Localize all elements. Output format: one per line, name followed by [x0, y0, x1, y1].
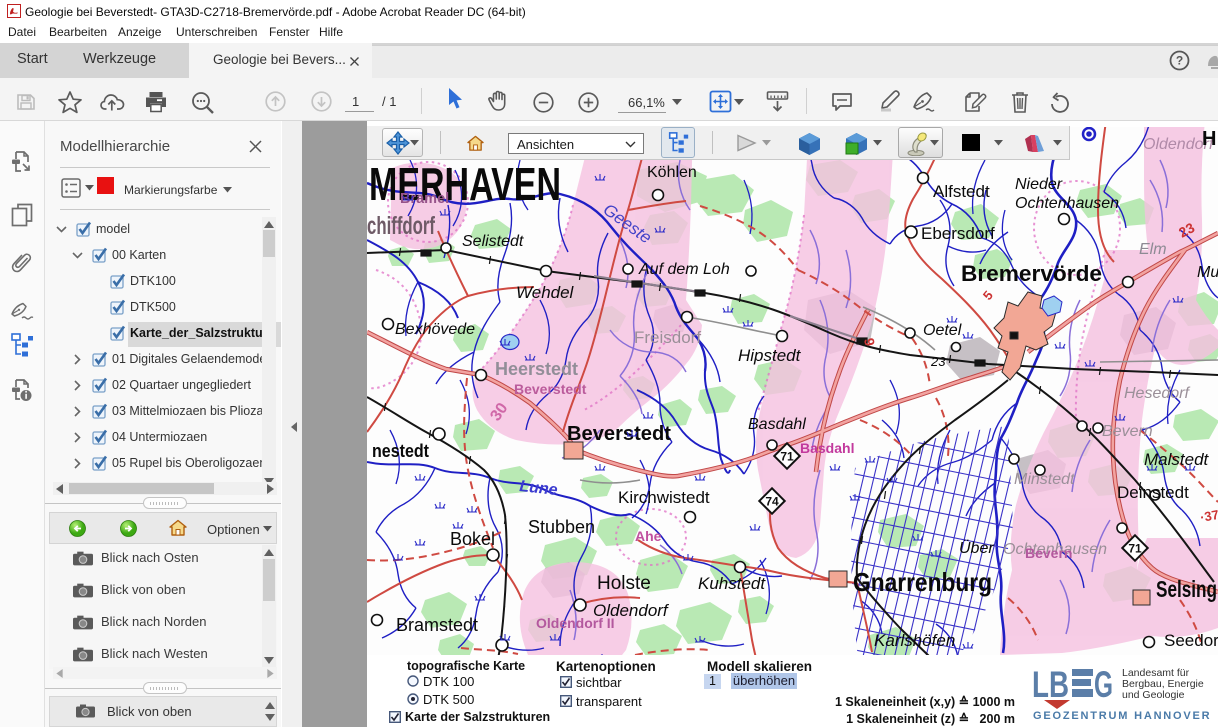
svg-text:74: 74 — [765, 495, 779, 509]
svg-text:Heerstedt: Heerstedt — [495, 359, 578, 379]
svg-text:Alfstedt: Alfstedt — [933, 182, 990, 201]
svg-text:Oldendorf II: Oldendorf II — [536, 615, 615, 631]
svg-text:Mu: Mu — [1197, 264, 1218, 281]
svg-text:Minstedt: Minstedt — [1014, 471, 1075, 488]
svg-text:71: 71 — [1128, 542, 1142, 556]
svg-text:Bokel: Bokel — [450, 529, 495, 549]
svg-text:GEOZENTRUM HANNOVER: GEOZENTRUM HANNOVER — [1033, 710, 1211, 722]
svg-text:H: H — [1202, 128, 1216, 150]
svg-text:Deinstedt: Deinstedt — [1117, 483, 1189, 502]
svg-text:Elm: Elm — [1139, 241, 1167, 258]
svg-text:Über: Über — [959, 539, 994, 557]
svg-text:Ochtenhausen: Ochtenhausen — [1015, 195, 1119, 212]
svg-text:Stubben: Stubben — [528, 517, 595, 537]
svg-text:Beverstedt: Beverstedt — [567, 423, 671, 445]
svg-text:Freisdorf: Freisdorf — [634, 328, 701, 347]
svg-text:23: 23 — [930, 354, 946, 369]
svg-text:Basdahl: Basdahl — [800, 440, 854, 456]
svg-text:Karlshöfen: Karlshöfen — [874, 631, 955, 650]
svg-text:LB: LB — [1032, 667, 1069, 705]
svg-text:Ebersdorf: Ebersdorf — [921, 224, 995, 243]
svg-text:Gnarrenburg: Gnarrenburg — [853, 567, 992, 597]
svg-text:Malstedt: Malstedt — [1144, 450, 1210, 469]
svg-text:Hipstedt: Hipstedt — [738, 346, 802, 365]
svg-text:Bremervörde: Bremervörde — [961, 261, 1102, 286]
svg-text:Selsing: Selsing — [1156, 576, 1217, 602]
svg-text:Holste: Holste — [597, 573, 651, 594]
svg-text:Basdahl: Basdahl — [748, 416, 806, 433]
svg-text:Hesedorf: Hesedorf — [1124, 385, 1190, 402]
svg-text:71: 71 — [780, 450, 794, 464]
svg-text:?: ? — [1176, 54, 1183, 68]
svg-text:Selistedt: Selistedt — [462, 233, 524, 250]
svg-text:Kuhstedt: Kuhstedt — [698, 574, 766, 593]
svg-text:Seedorf: Seedorf — [1164, 631, 1218, 650]
svg-text:Nieder: Nieder — [1015, 176, 1063, 193]
svg-text:Auf dem Loh: Auf dem Loh — [638, 261, 730, 278]
svg-text:Beverstedt: Beverstedt — [514, 381, 587, 397]
svg-text:Oetel: Oetel — [923, 322, 962, 339]
svg-text:Bexhövede: Bexhövede — [395, 321, 475, 338]
svg-text:G: G — [1094, 667, 1113, 705]
svg-text:Bramstedt: Bramstedt — [396, 615, 478, 635]
svg-text:Bevern: Bevern — [1102, 423, 1153, 440]
svg-text:Köhlen: Köhlen — [647, 164, 697, 181]
svg-text:Wehdel: Wehdel — [516, 283, 575, 302]
svg-text:Bramel: Bramel — [400, 191, 449, 207]
svg-text:Ahe: Ahe — [635, 528, 662, 544]
svg-text:·37: ·37 — [1199, 507, 1218, 525]
svg-text:Bevern: Bevern — [1025, 545, 1072, 561]
svg-text:MERHAVEN: MERHAVEN — [369, 158, 561, 210]
svg-text:nestedt: nestedt — [372, 441, 429, 461]
svg-text:chiffdorf: chiffdorf — [367, 212, 435, 240]
svg-text:Kirchwistedt: Kirchwistedt — [618, 488, 710, 507]
